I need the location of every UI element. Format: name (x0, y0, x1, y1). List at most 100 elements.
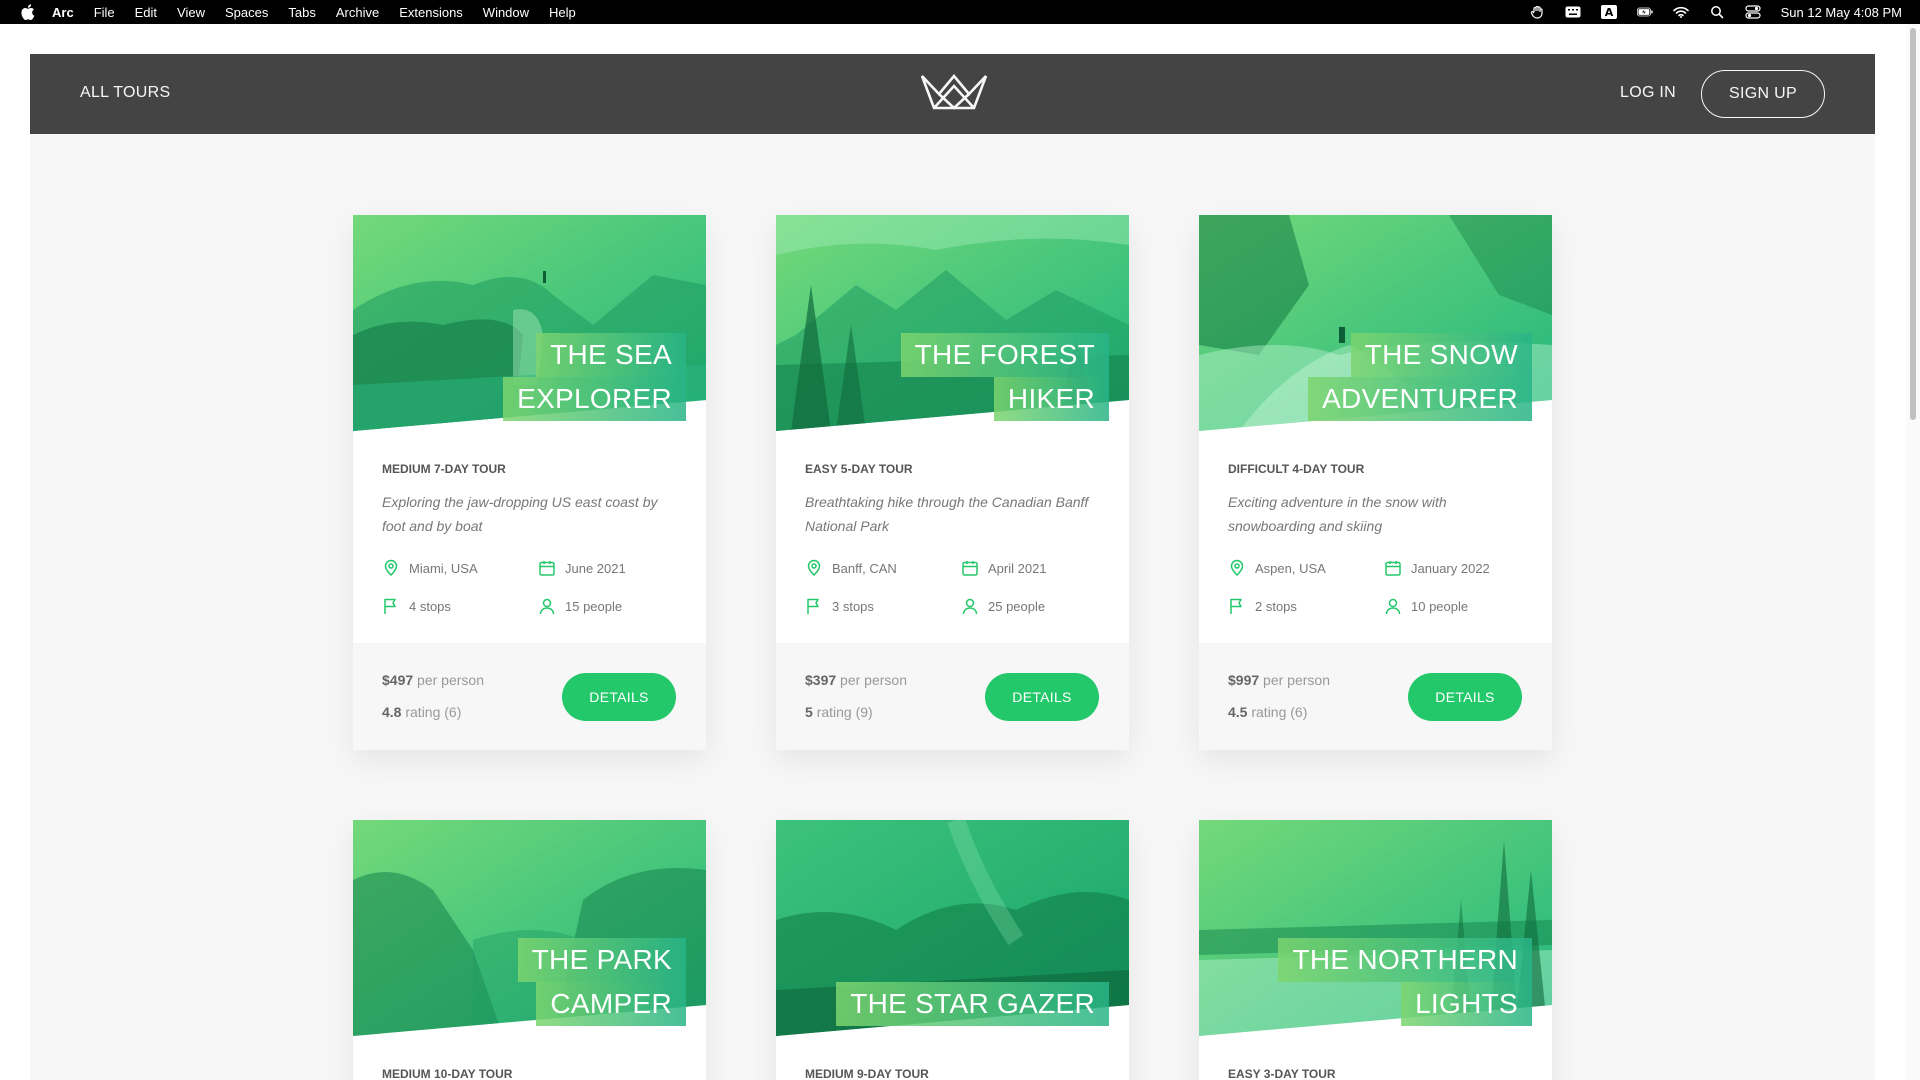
tour-subheading: EASY 3-DAY TOUR (1228, 1067, 1336, 1080)
tour-price-value: $497 (382, 672, 414, 688)
tour-price-label: per person (1263, 672, 1330, 688)
menu-window[interactable]: Window (483, 5, 529, 20)
tour-summary: Exploring the jaw-dropping US east coast… (382, 494, 658, 534)
tour-title: THE STAR GAZER (836, 982, 1109, 1026)
tour-date: April 2021 (961, 558, 1111, 578)
tour-title: THE SNOW (1350, 333, 1532, 377)
flag-icon (1230, 598, 1242, 614)
details-button[interactable]: DETAILS (985, 673, 1099, 721)
tour-card: THE SNOW ADVENTURER DIFFICULT 4-DAY TOUR… (1199, 215, 1552, 750)
tour-card: THE STAR GAZER MEDIUM 9-DAY TOUR (776, 820, 1129, 1080)
apple-icon[interactable] (18, 4, 38, 20)
calendar-icon (539, 561, 555, 576)
wifi-icon[interactable] (1672, 5, 1689, 19)
tour-people: 10 people (1384, 596, 1534, 616)
tour-title: EXPLORER (503, 377, 686, 421)
site-header: ALL TOURS LOG IN SIGN UP (30, 54, 1875, 134)
tour-title: THE PARK (517, 938, 686, 982)
signup-button[interactable]: SIGN UP (1701, 70, 1825, 118)
map-pin-icon (384, 559, 398, 577)
control-center-icon[interactable] (1744, 5, 1761, 19)
tour-footer: $997 per person 4.5 rating (6) DETAILS (1199, 643, 1552, 750)
tour-date: January 2022 (1384, 558, 1534, 578)
hand-icon[interactable] (1529, 5, 1545, 19)
tour-subheading: MEDIUM 10-DAY TOUR (382, 1067, 513, 1080)
menu-app-name[interactable]: Arc (52, 5, 74, 20)
tour-date-text: June 2021 (565, 560, 626, 576)
login-link[interactable]: LOG IN (1620, 84, 1676, 102)
menu-help[interactable]: Help (549, 5, 576, 20)
tour-stops-text: 3 stops (832, 598, 874, 614)
tour-price-label: per person (840, 672, 907, 688)
details-button[interactable]: DETAILS (1408, 673, 1522, 721)
tour-summary: Exciting adventure in the snow with snow… (1228, 494, 1447, 534)
tour-title: THE FOREST (900, 333, 1109, 377)
search-icon[interactable] (1709, 5, 1725, 19)
tour-title: ADVENTURER (1308, 377, 1532, 421)
tour-people-text: 15 people (565, 598, 623, 614)
tour-price-value: $397 (805, 672, 837, 688)
tour-stops-text: 2 stops (1255, 598, 1297, 614)
calendar-icon (962, 561, 978, 576)
svg-text:A: A (1604, 6, 1613, 19)
input-source-a-icon[interactable]: A (1600, 5, 1617, 19)
menu-extensions[interactable]: Extensions (399, 5, 463, 20)
user-icon (539, 598, 555, 615)
menubar: Arc File Edit View Spaces Tabs Archive E… (0, 0, 1920, 24)
tour-location-text: Aspen, USA (1255, 560, 1326, 576)
crown-logo-icon[interactable] (919, 72, 989, 112)
browser-page: ALL TOURS LOG IN SIGN UP THE SEA EXPLORE… (0, 24, 1920, 1080)
menu-file[interactable]: File (94, 5, 115, 20)
tour-people-text: 10 people (1411, 598, 1469, 614)
tour-title: THE NORTHERN (1278, 938, 1532, 982)
tour-facts: Miami, USA June 2021 4 stops 15 people (382, 558, 682, 616)
all-tours-link[interactable]: ALL TOURS (80, 84, 170, 102)
calendar-icon (1385, 561, 1401, 576)
keyboard-icon[interactable] (1565, 5, 1581, 19)
tour-people: 25 people (961, 596, 1111, 616)
tour-card: THE FOREST HIKER EASY 5-DAY TOUR Breatht… (776, 215, 1129, 750)
tour-rating-label: rating (6) (1251, 704, 1308, 720)
menu-archive[interactable]: Archive (336, 5, 379, 20)
tour-rating: 4.5 rating (6) (1228, 704, 1307, 720)
menu-edit[interactable]: Edit (135, 5, 157, 20)
details-button[interactable]: DETAILS (562, 673, 676, 721)
tour-details: EASY 3-DAY TOUR (1228, 1067, 1528, 1080)
battery-icon[interactable] (1636, 5, 1653, 19)
tour-summary: Breathtaking hike through the Canadian B… (805, 494, 1089, 534)
menu-spaces[interactable]: Spaces (225, 5, 268, 20)
menu-tabs[interactable]: Tabs (288, 5, 315, 20)
tour-details: DIFFICULT 4-DAY TOUR Exciting adventure … (1228, 462, 1528, 616)
tour-date-text: April 2021 (988, 560, 1047, 576)
tour-title: HIKER (993, 377, 1109, 421)
tour-rating-value: 5 (805, 704, 813, 720)
scrollbar-thumb[interactable] (1910, 28, 1916, 420)
page-scrollbar[interactable] (1906, 24, 1920, 1080)
tour-rating-value: 4.8 (382, 704, 402, 720)
tour-date: June 2021 (538, 558, 688, 578)
tour-facts: Banff, CAN April 2021 3 stops 25 people (805, 558, 1105, 616)
tour-footer: $497 per person 4.8 rating (6) DETAILS (353, 643, 706, 750)
tour-rating: 5 rating (9) (805, 704, 873, 720)
tour-details: MEDIUM 10-DAY TOUR (382, 1067, 682, 1080)
tour-title: LIGHTS (1401, 982, 1532, 1026)
tour-rating: 4.8 rating (6) (382, 704, 461, 720)
tour-stops: 3 stops (805, 596, 961, 616)
tour-people-text: 25 people (988, 598, 1046, 614)
tour-price: $497 per person (382, 672, 484, 688)
tour-rating-label: rating (9) (816, 704, 873, 720)
tour-title: CAMPER (536, 982, 686, 1026)
tour-price-value: $997 (1228, 672, 1260, 688)
page-content: ALL TOURS LOG IN SIGN UP THE SEA EXPLORE… (30, 54, 1875, 1080)
tour-subheading: EASY 5-DAY TOUR (805, 462, 913, 476)
menu-view[interactable]: View (177, 5, 205, 20)
tour-rating-label: rating (6) (405, 704, 462, 720)
tour-location-text: Banff, CAN (832, 560, 897, 576)
tour-details: MEDIUM 9-DAY TOUR (805, 1067, 1105, 1080)
tour-facts: Aspen, USA January 2022 2 stops 10 peopl… (1228, 558, 1528, 616)
tour-location-text: Miami, USA (409, 560, 478, 576)
menubar-clock[interactable]: Sun 12 May 4:08 PM (1781, 5, 1902, 20)
tour-footer: $397 per person 5 rating (9) DETAILS (776, 643, 1129, 750)
tour-price: $997 per person (1228, 672, 1330, 688)
flag-icon (807, 598, 819, 614)
